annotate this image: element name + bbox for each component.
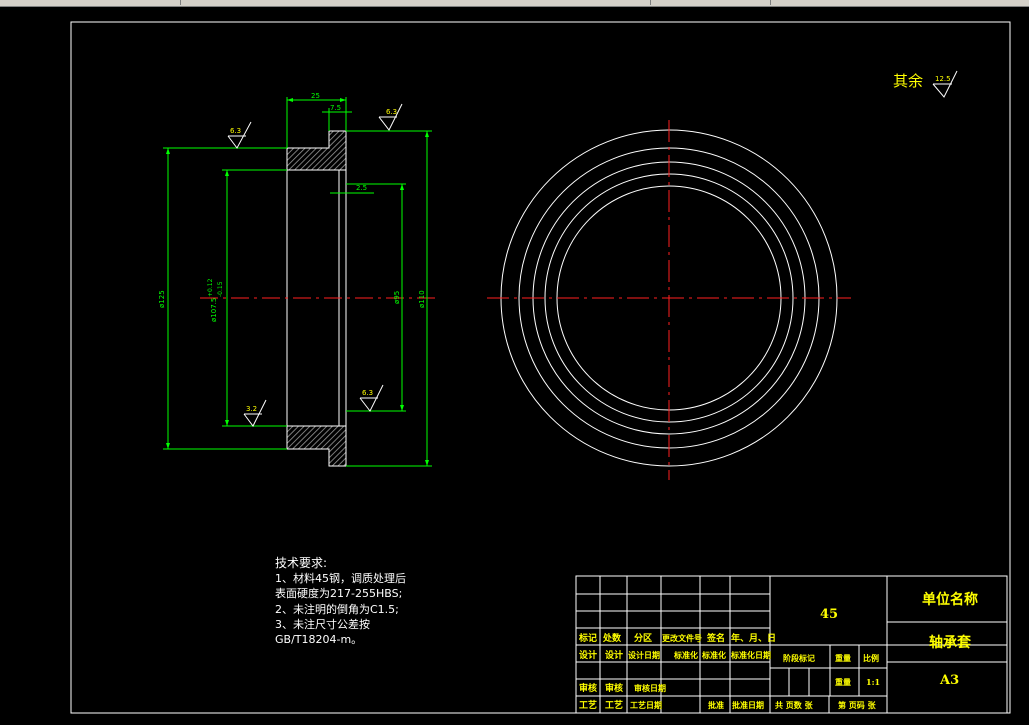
- section-hatch-bottom: [286, 425, 347, 467]
- tb-process-6: 批准日期: [732, 700, 764, 710]
- roughness-1: 6.3: [230, 127, 241, 135]
- front-center-lines: [487, 120, 851, 480]
- section-view: [200, 130, 440, 467]
- roughness-4: 6.3: [362, 389, 373, 397]
- tech-title: 技术要求:: [275, 556, 328, 570]
- dim-step: 7.5: [330, 104, 341, 112]
- tb-stage: 阶段标记: [783, 653, 815, 663]
- dim-width-top: 25: [311, 92, 320, 100]
- tb-process-3: 工艺日期: [630, 700, 662, 710]
- tb-header-3: 分区: [634, 632, 652, 644]
- dim-dia-110: ø110: [418, 290, 426, 308]
- tech-line: 2、未注明的倒角为C1.5;: [275, 602, 399, 616]
- tb-scale: 1:1: [866, 677, 880, 687]
- tech-line: 3、未注尺寸公差按: [275, 617, 370, 631]
- tech-line: GB/T18204-m。: [275, 633, 363, 647]
- tb-design-3: 设计日期: [628, 650, 660, 660]
- tb-page-no: 第 页码 张: [838, 700, 877, 710]
- dim-dia-95: ø95: [393, 291, 401, 304]
- tb-pages-total: 共 页数 张: [775, 700, 814, 710]
- tb-header-6: 年、月、日: [731, 632, 776, 644]
- tech-line: 1、材料45钢，调质处理后: [275, 572, 406, 586]
- tb-design-4: 标准化: [673, 650, 698, 660]
- tb-header-5: 签名: [706, 632, 725, 644]
- section-hatch-top: [286, 130, 347, 171]
- drawing-frame: [70, 21, 1011, 714]
- title-material: 45: [820, 607, 838, 622]
- title-sheet-size: A3: [939, 673, 959, 688]
- tb-design-6: 标准化日期: [730, 650, 771, 660]
- tb-design-1: 设计: [579, 649, 597, 661]
- rest-roughness-value: 12.5: [935, 75, 951, 83]
- cad-drawing[interactable]: 25 7.5 2.5 ø125 ø107.5 +0.12 -0.15 ø95 ø…: [0, 0, 1029, 725]
- dim-dia-bore-tol-upper: +0.12: [207, 278, 214, 297]
- tb-process-1: 工艺: [579, 699, 597, 711]
- roughness-2: 6.3: [386, 108, 397, 116]
- tb-header-2: 处数: [602, 632, 622, 644]
- tb-review-3: 审核日期: [634, 683, 666, 693]
- title-company: 单位名称: [922, 591, 978, 608]
- tech-line: 表面硬度为217-255HBS;: [275, 587, 403, 601]
- dim-dia-bore-tol-lower: -0.15: [217, 281, 224, 297]
- technical-requirements: 技术要求: 1、材料45钢，调质处理后 表面硬度为217-255HBS; 2、未…: [275, 556, 406, 647]
- tb-weight-value: 重量: [835, 677, 851, 687]
- dim-groove: 2.5: [356, 184, 367, 192]
- tb-header-1: 标记: [578, 632, 597, 644]
- tb-design-2: 设计: [605, 649, 623, 661]
- rest-roughness-label: 其余: [893, 72, 923, 90]
- dim-dia-left: ø125: [158, 290, 166, 308]
- tb-design-5: 标准化: [701, 650, 726, 660]
- tb-process-2: 工艺: [605, 699, 623, 711]
- title-part-name: 轴承套: [929, 634, 971, 651]
- roughness-symbols: [227, 70, 958, 427]
- tb-weight: 重量: [835, 653, 851, 663]
- tb-scale-label: 比例: [863, 653, 879, 663]
- tb-review-1: 审核: [579, 682, 597, 694]
- dim-dia-bore: ø107.5: [210, 298, 218, 322]
- roughness-3: 3.2: [246, 405, 257, 413]
- tb-review-2: 审核: [605, 682, 623, 694]
- tb-header-4: 更改文件号: [662, 633, 702, 643]
